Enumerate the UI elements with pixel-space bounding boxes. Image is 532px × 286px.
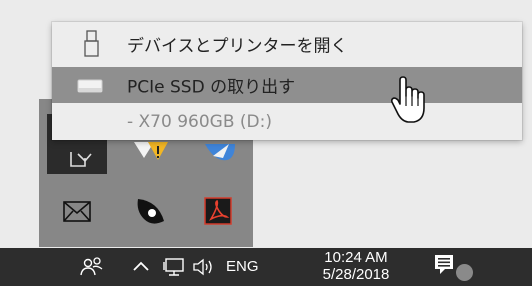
hand-cursor-icon: [390, 76, 425, 123]
usb-drive-icon: [84, 30, 99, 57]
people-icon[interactable]: [80, 256, 104, 278]
language-indicator[interactable]: ENG: [226, 258, 259, 275]
context-menu: デバイスとプリンターを開く PCIe SSD の取り出す - X70 960GB…: [52, 22, 522, 140]
menu-item-drive-info: - X70 960GB (D:): [52, 104, 522, 140]
network-icon[interactable]: [163, 256, 187, 278]
notification-badge: [454, 262, 475, 283]
mail-icon[interactable]: [47, 181, 107, 241]
ssd-drive-icon: [77, 79, 103, 93]
menu-item-label: デバイスとプリンターを開く: [127, 36, 348, 57]
taskbar: ENG 10:24 AM 5/28/2018: [0, 248, 532, 286]
adobe-acrobat-icon[interactable]: [189, 181, 249, 241]
clock-time: 10:24 AM: [324, 249, 388, 266]
menu-item-label: PCIe SSD の取り出す: [127, 77, 296, 98]
menu-item-open-devices[interactable]: デバイスとプリンターを開く: [52, 26, 522, 62]
menu-item-label: - X70 960GB (D:): [127, 112, 272, 132]
volume-icon[interactable]: [191, 256, 217, 278]
clock[interactable]: 10:24 AM 5/28/2018: [321, 249, 391, 283]
clock-date: 5/28/2018: [322, 266, 390, 283]
menu-item-eject-ssd[interactable]: PCIe SSD の取り出す: [52, 67, 522, 103]
media-player-icon[interactable]: [124, 181, 184, 241]
show-hidden-icons-chevron[interactable]: [132, 260, 150, 272]
